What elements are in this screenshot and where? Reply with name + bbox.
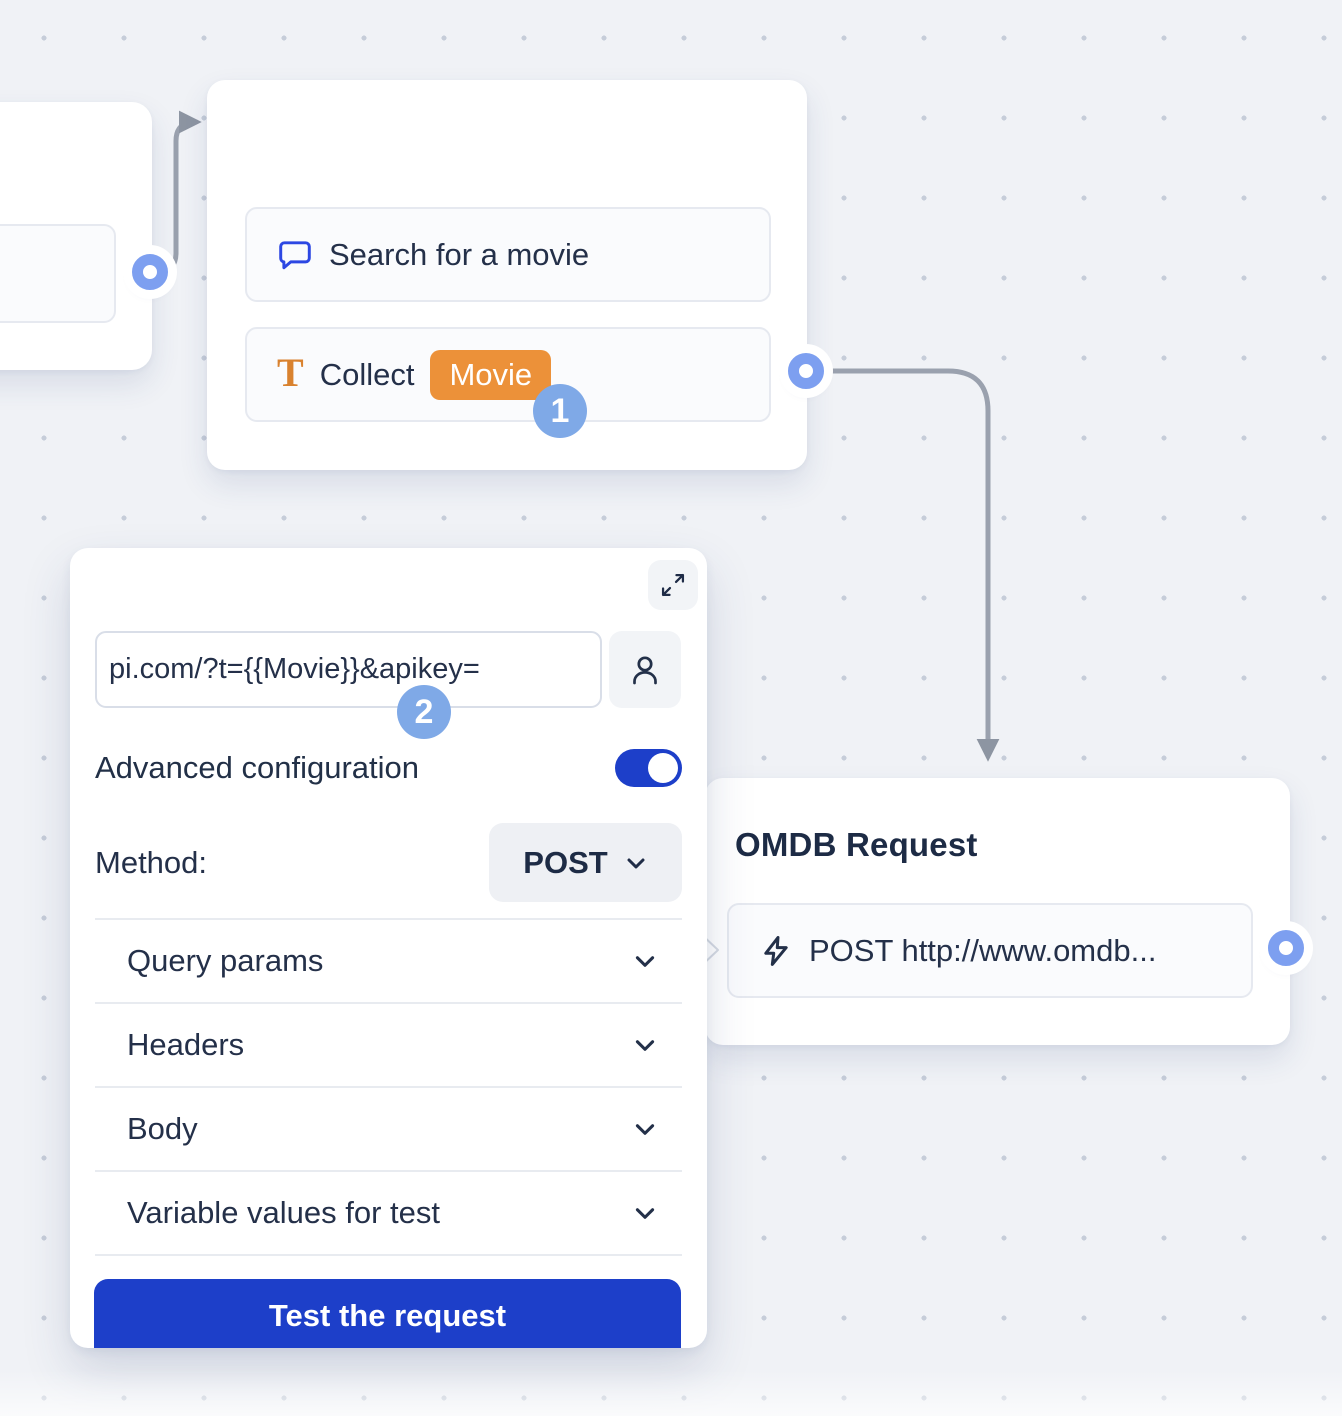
connector-movie-search-to-omdb <box>808 371 988 756</box>
previous-node-card[interactable] <box>0 102 152 370</box>
text-collect-icon: T <box>277 353 304 393</box>
section-headers[interactable]: Headers <box>95 1004 682 1088</box>
section-query-params[interactable]: Query params <box>95 918 682 1004</box>
chevron-down-icon <box>632 1116 658 1142</box>
omdb-request-node[interactable]: OMDB Request POST http://www.omdb... <box>705 778 1290 1045</box>
request-config-panel: Advanced configuration Method: POST Quer… <box>70 548 707 1348</box>
expand-icon <box>654 563 692 607</box>
lightning-icon <box>759 934 793 968</box>
advanced-configuration-label: Advanced configuration <box>95 750 419 786</box>
expand-panel-button[interactable] <box>648 560 698 610</box>
toggle-knob <box>648 753 678 783</box>
previous-node-item[interactable] <box>0 224 116 323</box>
chevron-down-icon <box>624 851 648 875</box>
section-label: Body <box>127 1111 198 1147</box>
node-item-search-for-movie[interactable]: Search for a movie <box>245 207 771 302</box>
chat-bubble-icon <box>277 237 313 273</box>
chevron-down-icon <box>632 1032 658 1058</box>
flow-canvas: Movie search Search for a movie T Collec… <box>0 0 1342 1416</box>
person-icon <box>623 648 667 692</box>
chevron-down-icon <box>632 948 658 974</box>
connector-prev-to-movie-search <box>151 122 196 272</box>
section-label: Variable values for test <box>127 1195 440 1231</box>
section-label: Headers <box>127 1027 244 1063</box>
request-url-input[interactable] <box>95 631 602 708</box>
chevron-down-icon <box>632 1200 658 1226</box>
method-label: Method: <box>95 845 207 881</box>
section-label: Query params <box>127 943 323 979</box>
method-row: Method: POST <box>95 823 682 902</box>
omdb-output-port[interactable] <box>1268 930 1304 966</box>
step-badge-1: 1 <box>533 384 587 438</box>
insert-variable-button[interactable] <box>609 631 681 708</box>
previous-node-output-port[interactable] <box>132 254 168 290</box>
section-variable-values[interactable]: Variable values for test <box>95 1172 682 1256</box>
step-badge-2: 2 <box>397 685 451 739</box>
movie-search-output-port[interactable] <box>788 353 824 389</box>
method-value: POST <box>523 845 607 881</box>
section-body[interactable]: Body <box>95 1088 682 1172</box>
advanced-configuration-row: Advanced configuration <box>95 748 682 788</box>
node-title: OMDB Request <box>735 826 978 864</box>
node-item-label: POST http://www.omdb... <box>809 933 1156 969</box>
node-item-label: Collect <box>320 357 415 393</box>
node-item-collect-movie[interactable]: T Collect Movie <box>245 327 771 422</box>
node-item-label: Search for a movie <box>329 237 589 273</box>
advanced-configuration-toggle[interactable] <box>615 749 682 787</box>
node-item-omdb-post[interactable]: POST http://www.omdb... <box>727 903 1253 998</box>
movie-search-node[interactable]: Movie search Search for a movie T Collec… <box>207 80 807 470</box>
method-select[interactable]: POST <box>489 823 682 902</box>
test-request-button[interactable]: Test the request <box>94 1279 681 1348</box>
variable-chip-movie: Movie <box>430 350 551 400</box>
collapsible-sections: Query params Headers Body Variable value… <box>95 918 682 1256</box>
